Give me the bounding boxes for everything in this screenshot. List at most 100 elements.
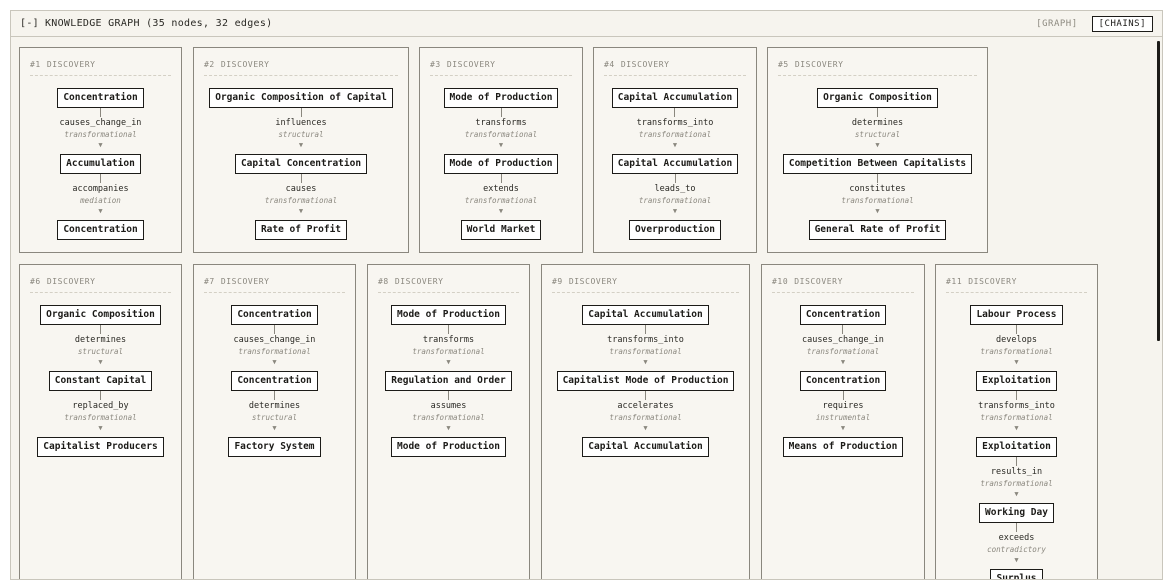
edge-relation-label: results_in	[990, 467, 1043, 477]
concept-node[interactable]: Capital Accumulation	[611, 88, 739, 108]
chain-card: #6 DISCOVERY Organic Composition determines…	[19, 264, 182, 579]
arrow-down-icon: ▼	[298, 207, 304, 215]
concept-node[interactable]: Surplus	[990, 569, 1043, 579]
chain-card-header: #11 DISCOVERY	[946, 277, 1087, 293]
chain-type: DISCOVERY	[220, 277, 270, 286]
chain-number: #7	[204, 277, 215, 286]
concept-node[interactable]: Concentration	[231, 305, 318, 325]
edge-relation-label: transforms	[475, 118, 527, 128]
edge-connector-line	[500, 174, 502, 183]
chain-card: #8 DISCOVERY Mode of Production transforms t…	[367, 264, 530, 579]
edge-relation-label: determines	[248, 401, 301, 411]
chain-card-header: #10 DISCOVERY	[772, 277, 914, 293]
edge-kind-label: transformational	[980, 413, 1053, 422]
concept-node[interactable]: Mode of Production	[391, 305, 506, 325]
arrow-down-icon: ▼	[840, 424, 846, 432]
concept-node[interactable]: Working Day	[979, 503, 1054, 523]
arrow-down-icon: ▼	[98, 141, 103, 149]
concept-node[interactable]: Regulation and Order	[385, 371, 512, 391]
edge-kind-label: transformational	[464, 196, 538, 205]
relation-edge: develops transformational ▼	[980, 325, 1053, 371]
edge-connector-line	[448, 325, 449, 334]
concept-node[interactable]: Concentration	[57, 88, 144, 108]
concept-node[interactable]: Means of Production	[782, 437, 904, 457]
concept-node[interactable]: Constant Capital	[48, 371, 153, 391]
concept-node[interactable]: Capital Accumulation	[582, 437, 709, 457]
concept-node[interactable]: Capitalist Mode of Production	[556, 371, 735, 391]
chain-type: DISCOVERY	[794, 60, 844, 69]
chain-card: #1 DISCOVERY Concentration causes_change_in…	[19, 47, 182, 253]
concept-node[interactable]: Capitalist Producers	[37, 437, 164, 457]
arrow-down-icon: ▼	[1014, 358, 1019, 366]
edge-connector-line	[877, 108, 878, 117]
edge-relation-label: transforms_into	[978, 401, 1055, 411]
concept-node[interactable]: Organic Composition	[817, 88, 938, 108]
concept-node[interactable]: Rate of Profit	[254, 220, 348, 240]
concept-node[interactable]: Overproduction	[628, 220, 722, 240]
edge-kind-label: transformational	[238, 347, 311, 356]
concept-node[interactable]: Concentration	[799, 371, 887, 391]
concept-node[interactable]: Mode of Production	[391, 437, 506, 457]
edge-connector-line	[500, 108, 502, 117]
vertical-scrollbar[interactable]	[1157, 41, 1160, 341]
concept-node[interactable]: Organic Composition	[40, 305, 161, 325]
chain-flow: Concentration causes_change_in transformat…	[762, 305, 924, 457]
concept-node[interactable]: Capital Accumulation	[582, 305, 709, 325]
chain-number: #6	[30, 277, 41, 286]
tab-chains[interactable]: [CHAINS]	[1091, 15, 1153, 32]
edge-connector-line	[1016, 457, 1017, 466]
arrow-down-icon: ▼	[1014, 490, 1019, 498]
chain-flow: Capital Accumulation transforms_into trans…	[594, 88, 756, 240]
edge-connector-line	[300, 108, 302, 117]
edge-connector-line	[1015, 391, 1017, 400]
concept-node[interactable]: Concentration	[799, 305, 887, 325]
concept-node[interactable]: Concentration	[57, 220, 144, 240]
edge-relation-label: requires	[822, 401, 864, 411]
edge-kind-label: transformational	[638, 130, 712, 139]
collapse-toggle[interactable]: [-]	[20, 18, 39, 29]
concept-node[interactable]: General Rate of Profit	[808, 220, 947, 240]
chain-flow: Organic Composition of Capital influences…	[194, 88, 408, 240]
edge-kind-label: transformational	[980, 479, 1053, 488]
edge-relation-label: accompanies	[72, 184, 129, 194]
edge-kind-label: structural	[278, 130, 324, 139]
relation-edge: causes transformational ▼	[265, 174, 337, 220]
relation-edge: transforms_into transformational ▼	[607, 325, 684, 371]
chain-card-header: #6 DISCOVERY	[30, 277, 171, 293]
edge-connector-line	[1015, 523, 1017, 532]
chain-type: DISCOVERY	[394, 277, 444, 286]
chain-card: #10 DISCOVERY Concentration causes_change_i…	[761, 264, 925, 579]
arrow-down-icon: ▼	[272, 358, 277, 366]
arrow-down-icon: ▼	[875, 141, 880, 149]
tab-graph[interactable]: [GRAPH]	[1030, 17, 1083, 31]
edge-connector-line	[273, 325, 275, 334]
concept-node[interactable]: Mode of Production	[443, 88, 559, 108]
edge-connector-line	[877, 174, 878, 183]
edge-connector-line	[644, 325, 646, 334]
edge-kind-label: structural	[854, 130, 901, 139]
concept-node[interactable]: Mode of Production	[443, 154, 559, 174]
panel-title: KNOWLEDGE GRAPH (35 nodes, 32 edges)	[44, 18, 273, 29]
relation-edge: constitutes transformational ▼	[841, 174, 914, 220]
relation-edge: transforms transformational ▼	[465, 108, 537, 154]
concept-node[interactable]: Exploitation	[976, 437, 1057, 457]
concept-node[interactable]: Capital Accumulation	[611, 154, 739, 174]
arrow-down-icon: ▼	[446, 358, 451, 366]
concept-node[interactable]: Exploitation	[976, 371, 1057, 391]
chains-scroll-area[interactable]: #1 DISCOVERY Concentration causes_change_in…	[11, 37, 1162, 579]
chain-number: #5	[778, 60, 789, 69]
concept-node[interactable]: Factory System	[228, 437, 321, 457]
concept-node[interactable]: Organic Composition of Capital	[209, 88, 393, 108]
concept-node[interactable]: World Market	[460, 220, 542, 240]
edge-kind-label: instrumental	[815, 413, 871, 422]
concept-node[interactable]: Concentration	[231, 371, 318, 391]
concept-node[interactable]: Competition Between Capitalists	[782, 154, 973, 174]
concept-node[interactable]: Labour Process	[970, 305, 1063, 325]
concept-node[interactable]: Accumulation	[60, 154, 141, 174]
arrow-down-icon: ▼	[98, 424, 103, 432]
relation-edge: assumes transformational ▼	[412, 391, 485, 437]
edge-relation-label: causes	[285, 184, 317, 194]
edge-relation-label: leads_to	[654, 184, 696, 194]
concept-node[interactable]: Capital Concentration	[234, 154, 368, 174]
chain-card-header: #7 DISCOVERY	[204, 277, 345, 293]
